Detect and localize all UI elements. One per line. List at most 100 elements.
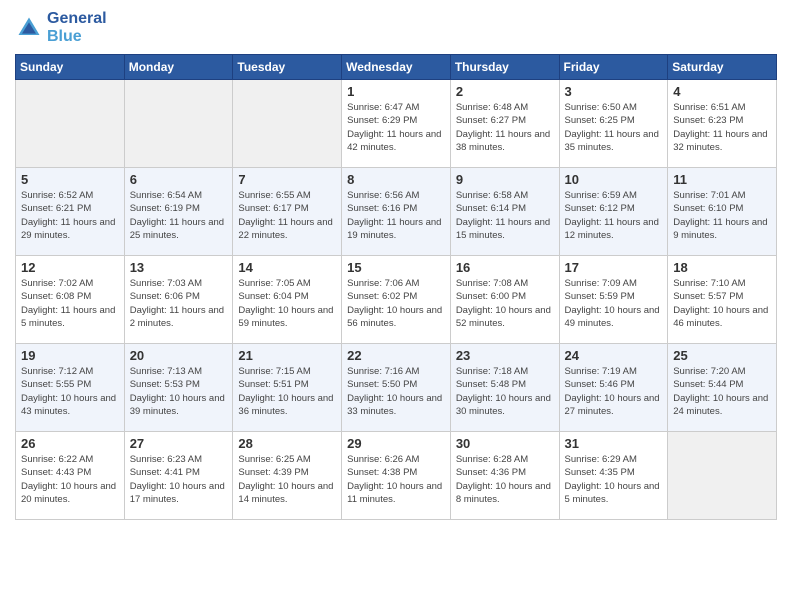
day-number: 11 (673, 172, 771, 187)
week-row-4: 19 Sunrise: 7:12 AMSunset: 5:55 PMDayligh… (16, 344, 777, 432)
day-info: Sunrise: 7:05 AMSunset: 6:04 PMDaylight:… (238, 277, 336, 330)
day-info: Sunrise: 6:23 AMSunset: 4:41 PMDaylight:… (130, 453, 228, 506)
weekday-header-saturday: Saturday (668, 55, 777, 80)
calendar-cell: 24Sunrise: 7:19 AMSunset: 5:46 PMDayligh… (559, 344, 668, 432)
day-number: 21 (238, 348, 336, 363)
day-info: Sunrise: 7:12 AMSunset: 5:55 PMDaylight:… (21, 365, 119, 418)
calendar-cell: 13 Sunrise: 7:03 AMSunset: 6:06 PMDayligh… (124, 256, 233, 344)
weekday-header-sunday: Sunday (16, 55, 125, 80)
day-info: Sunrise: 7:03 AMSunset: 6:06 PMDaylight:… (130, 277, 228, 330)
day-info: Sunrise: 7:08 AMSunset: 6:00 PMDaylight:… (456, 277, 554, 330)
weekday-header-thursday: Thursday (450, 55, 559, 80)
week-row-3: 12 Sunrise: 7:02 AMSunset: 6:08 PMDayligh… (16, 256, 777, 344)
day-number: 2 (456, 84, 554, 99)
calendar-cell: 11 Sunrise: 7:01 AMSunset: 6:10 PMDayligh… (668, 168, 777, 256)
calendar-cell: 23Sunrise: 7:18 AMSunset: 5:48 PMDayligh… (450, 344, 559, 432)
calendar-cell: 7 Sunrise: 6:55 AMSunset: 6:17 PMDaylight… (233, 168, 342, 256)
day-info: Sunrise: 6:51 AMSunset: 6:23 PMDaylight:… (673, 101, 771, 154)
day-number: 8 (347, 172, 445, 187)
day-number: 31 (565, 436, 663, 451)
day-number: 19 (21, 348, 119, 363)
calendar-cell: 21Sunrise: 7:15 AMSunset: 5:51 PMDayligh… (233, 344, 342, 432)
weekday-header-tuesday: Tuesday (233, 55, 342, 80)
calendar-cell: 1 Sunrise: 6:47 AMSunset: 6:29 PMDaylight… (342, 80, 451, 168)
day-info: Sunrise: 6:56 AMSunset: 6:16 PMDaylight:… (347, 189, 445, 242)
week-row-1: 1 Sunrise: 6:47 AMSunset: 6:29 PMDaylight… (16, 80, 777, 168)
day-info: Sunrise: 6:55 AMSunset: 6:17 PMDaylight:… (238, 189, 336, 242)
calendar-cell: 25 Sunrise: 7:20 AMSunset: 5:44 PMDayligh… (668, 344, 777, 432)
day-number: 15 (347, 260, 445, 275)
weekday-header-row: SundayMondayTuesdayWednesdayThursdayFrid… (16, 55, 777, 80)
calendar-cell: 16 Sunrise: 7:08 AMSunset: 6:00 PMDayligh… (450, 256, 559, 344)
calendar-cell: 19 Sunrise: 7:12 AMSunset: 5:55 PMDayligh… (16, 344, 125, 432)
day-info: Sunrise: 6:22 AMSunset: 4:43 PMDaylight:… (21, 453, 119, 506)
day-number: 18 (673, 260, 771, 275)
day-number: 5 (21, 172, 119, 187)
calendar-cell: 14 Sunrise: 7:05 AMSunset: 6:04 PMDayligh… (233, 256, 342, 344)
day-number: 26 (21, 436, 119, 451)
day-number: 30 (456, 436, 554, 451)
day-number: 6 (130, 172, 228, 187)
week-row-5: 26 Sunrise: 6:22 AMSunset: 4:43 PMDayligh… (16, 432, 777, 520)
calendar-cell (233, 80, 342, 168)
day-number: 14 (238, 260, 336, 275)
calendar-cell: 29Sunrise: 6:26 AMSunset: 4:38 PMDayligh… (342, 432, 451, 520)
day-info: Sunrise: 7:02 AMSunset: 6:08 PMDaylight:… (21, 277, 119, 330)
day-info: Sunrise: 7:10 AMSunset: 5:57 PMDaylight:… (673, 277, 771, 330)
day-number: 9 (456, 172, 554, 187)
day-info: Sunrise: 6:52 AMSunset: 6:21 PMDaylight:… (21, 189, 119, 242)
day-number: 28 (238, 436, 336, 451)
calendar-cell: 5 Sunrise: 6:52 AMSunset: 6:21 PMDaylight… (16, 168, 125, 256)
day-info: Sunrise: 6:59 AMSunset: 6:12 PMDaylight:… (565, 189, 663, 242)
header: General Blue (15, 10, 777, 46)
day-number: 10 (565, 172, 663, 187)
calendar-cell: 15Sunrise: 7:06 AMSunset: 6:02 PMDayligh… (342, 256, 451, 344)
calendar-cell: 31Sunrise: 6:29 AMSunset: 4:35 PMDayligh… (559, 432, 668, 520)
day-info: Sunrise: 7:20 AMSunset: 5:44 PMDaylight:… (673, 365, 771, 418)
logo-text: General Blue (47, 10, 107, 46)
page-container: General Blue SundayMondayTuesdayWednesda… (0, 0, 792, 530)
calendar-cell: 27Sunrise: 6:23 AMSunset: 4:41 PMDayligh… (124, 432, 233, 520)
day-number: 1 (347, 84, 445, 99)
day-info: Sunrise: 6:28 AMSunset: 4:36 PMDaylight:… (456, 453, 554, 506)
calendar-cell (124, 80, 233, 168)
logo: General Blue (15, 10, 107, 46)
calendar-cell: 28 Sunrise: 6:25 AMSunset: 4:39 PMDayligh… (233, 432, 342, 520)
day-number: 29 (347, 436, 445, 451)
calendar-cell: 17 Sunrise: 7:09 AMSunset: 5:59 PMDayligh… (559, 256, 668, 344)
calendar-table: SundayMondayTuesdayWednesdayThursdayFrid… (15, 54, 777, 520)
day-info: Sunrise: 7:19 AMSunset: 5:46 PMDaylight:… (565, 365, 663, 418)
calendar-cell: 10 Sunrise: 6:59 AMSunset: 6:12 PMDayligh… (559, 168, 668, 256)
calendar-cell (668, 432, 777, 520)
day-info: Sunrise: 7:16 AMSunset: 5:50 PMDaylight:… (347, 365, 445, 418)
day-info: Sunrise: 7:13 AMSunset: 5:53 PMDaylight:… (130, 365, 228, 418)
day-number: 17 (565, 260, 663, 275)
calendar-cell: 8 Sunrise: 6:56 AMSunset: 6:16 PMDaylight… (342, 168, 451, 256)
day-number: 25 (673, 348, 771, 363)
day-info: Sunrise: 6:25 AMSunset: 4:39 PMDaylight:… (238, 453, 336, 506)
calendar-cell: 6 Sunrise: 6:54 AMSunset: 6:19 PMDaylight… (124, 168, 233, 256)
day-number: 4 (673, 84, 771, 99)
weekday-header-wednesday: Wednesday (342, 55, 451, 80)
day-number: 20 (130, 348, 228, 363)
calendar-cell: 30 Sunrise: 6:28 AMSunset: 4:36 PMDayligh… (450, 432, 559, 520)
day-number: 13 (130, 260, 228, 275)
day-number: 16 (456, 260, 554, 275)
day-info: Sunrise: 6:54 AMSunset: 6:19 PMDaylight:… (130, 189, 228, 242)
day-info: Sunrise: 7:01 AMSunset: 6:10 PMDaylight:… (673, 189, 771, 242)
day-info: Sunrise: 6:47 AMSunset: 6:29 PMDaylight:… (347, 101, 445, 154)
calendar-cell: 20 Sunrise: 7:13 AMSunset: 5:53 PMDayligh… (124, 344, 233, 432)
calendar-cell: 3Sunrise: 6:50 AMSunset: 6:25 PMDaylight… (559, 80, 668, 168)
day-number: 22 (347, 348, 445, 363)
calendar-cell: 2Sunrise: 6:48 AMSunset: 6:27 PMDaylight… (450, 80, 559, 168)
day-number: 12 (21, 260, 119, 275)
week-row-2: 5 Sunrise: 6:52 AMSunset: 6:21 PMDaylight… (16, 168, 777, 256)
day-info: Sunrise: 6:50 AMSunset: 6:25 PMDaylight:… (565, 101, 663, 154)
weekday-header-friday: Friday (559, 55, 668, 80)
calendar-cell (16, 80, 125, 168)
day-info: Sunrise: 6:58 AMSunset: 6:14 PMDaylight:… (456, 189, 554, 242)
day-number: 7 (238, 172, 336, 187)
day-info: Sunrise: 7:18 AMSunset: 5:48 PMDaylight:… (456, 365, 554, 418)
day-info: Sunrise: 7:09 AMSunset: 5:59 PMDaylight:… (565, 277, 663, 330)
calendar-cell: 18 Sunrise: 7:10 AMSunset: 5:57 PMDayligh… (668, 256, 777, 344)
